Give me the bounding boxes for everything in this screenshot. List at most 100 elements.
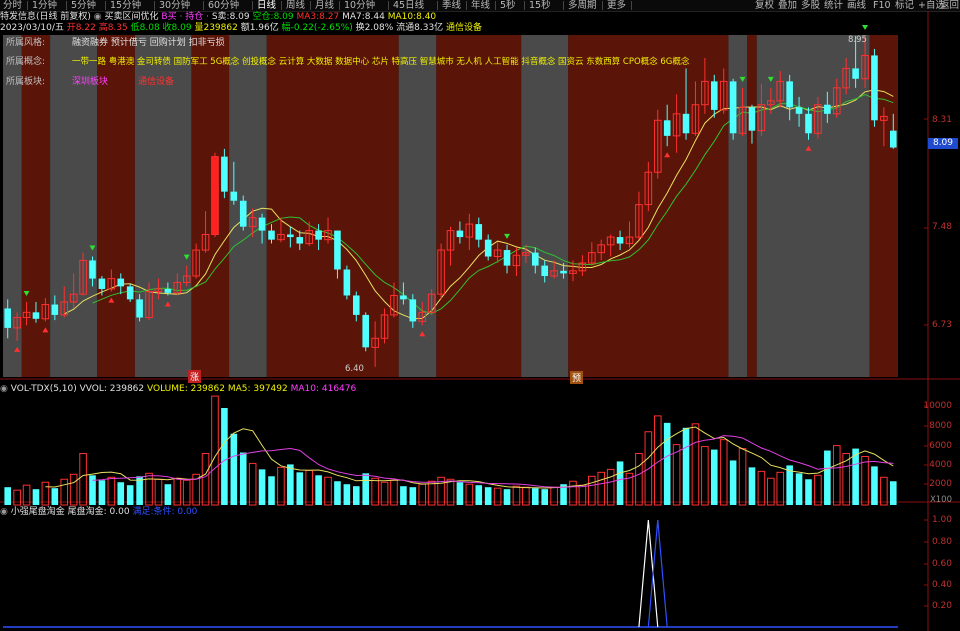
candle-body-down <box>795 107 803 114</box>
volume-bar-down <box>682 427 690 505</box>
board-value-1[interactable]: 深圳板块 <box>72 77 108 88</box>
volume-bar-up <box>173 477 182 506</box>
candle-body-down <box>164 288 172 293</box>
board-label: 所属板块: <box>6 77 46 87</box>
vol-ma5-line <box>45 426 894 489</box>
volume-bar-up <box>597 471 606 506</box>
zone-band <box>191 35 230 377</box>
volume-bar-up <box>861 455 869 506</box>
volume-bar-down <box>126 485 134 505</box>
indicator-lines <box>3 519 898 628</box>
board-value-2[interactable]: 通信设备 <box>138 77 174 88</box>
volume-bar-down <box>475 485 483 505</box>
candle-body-down <box>729 81 737 134</box>
volume-bar-down <box>710 449 718 505</box>
indicator-spike <box>647 519 668 628</box>
ind-tick-3: 0.60 <box>931 559 952 569</box>
volume-bar-up <box>182 479 191 506</box>
zone-band <box>229 35 267 377</box>
zone-band <box>521 35 569 377</box>
zone-band <box>756 35 870 377</box>
volume-bar-down <box>117 482 125 505</box>
zone-band <box>436 35 522 377</box>
candle-body-down <box>239 200 247 227</box>
vol-title[interactable]: VOL-TDX(5,10) <box>11 384 77 394</box>
candle-body-down <box>871 55 878 121</box>
candle-body-up <box>211 156 219 235</box>
candle-body-down <box>126 286 134 300</box>
volume-bar-up <box>672 444 681 506</box>
volume-bar-down <box>805 479 812 505</box>
volume-bar-down <box>503 489 511 505</box>
candle-body-down <box>89 260 96 279</box>
volume-bar-down <box>164 484 172 505</box>
zone-band <box>747 35 757 377</box>
candle-body-down <box>221 156 228 192</box>
candle-body-down <box>889 130 897 148</box>
volume-bar-up <box>701 446 709 506</box>
candle-body-down <box>4 308 12 328</box>
volume-bar-up <box>371 477 379 506</box>
candle-body-down <box>296 237 304 244</box>
concept-value: 一带一路 粤港澳 金司转债 国防军工 5G概念 创投概念 云计算 大数据 数据中… <box>72 57 690 67</box>
low-note: 6.40 <box>345 364 364 374</box>
volume-bar-up <box>776 471 785 506</box>
marker-yu: 预 <box>570 371 584 384</box>
vol-settings-icon[interactable]: ◉ <box>0 384 8 394</box>
candle-body-down <box>287 234 294 238</box>
volume-bar-up <box>427 480 436 506</box>
volume-bar-down <box>287 464 294 505</box>
ind-title[interactable]: 小强尾盘淘金 <box>11 507 65 517</box>
current-price-tag: 8.09 <box>928 138 958 149</box>
volume-bar-up <box>79 453 87 506</box>
volume-bar-up <box>13 489 21 506</box>
candle-body-down <box>315 230 322 240</box>
volume-bar-down <box>852 448 859 505</box>
candle-body-down <box>484 239 492 257</box>
volume-bar-up <box>606 468 615 506</box>
volume-bar-up <box>145 472 153 506</box>
candle-body-down <box>117 278 125 287</box>
volume-bar-up <box>305 469 313 506</box>
ind-tick-5: 0.20 <box>931 601 952 611</box>
volume-bar-down <box>4 487 12 505</box>
volume-value-label: VOLUME: 239862 <box>147 384 225 394</box>
volume-bar-down <box>409 487 417 505</box>
volume-bar-down <box>541 489 549 505</box>
volume-bar-down <box>32 489 40 505</box>
volume-bar-down <box>889 481 897 505</box>
candle-body-down <box>409 299 417 322</box>
candle-body-down <box>268 230 275 240</box>
ind-settings-icon[interactable]: ◉ <box>0 507 8 517</box>
vol-tick-1: 10000 <box>923 401 952 411</box>
zone-band <box>266 35 399 377</box>
candle-body-down <box>230 191 238 201</box>
high-note: 8.95 <box>848 35 867 45</box>
volume-bar-down <box>268 476 275 505</box>
indicator-spike <box>638 519 659 628</box>
volume-bar-up <box>201 453 210 506</box>
vol-tick-3: 6000 <box>929 441 952 451</box>
volume-bar-up <box>324 476 332 506</box>
volume-bar-up <box>691 423 700 506</box>
vol-tick-4: 4000 <box>929 460 952 470</box>
candle-body-down <box>98 278 106 289</box>
volume-bar-down <box>484 487 492 505</box>
volume-bar-up <box>107 476 116 506</box>
candle-body-down <box>136 299 143 318</box>
ind-label-1: 尾盘淘金: 0.00 <box>67 507 130 517</box>
candle-body-down <box>362 314 370 348</box>
vol-ma10-label: MA10: 416476 <box>290 384 357 394</box>
volume-bar-up <box>832 445 841 506</box>
candle-body-down <box>258 217 266 231</box>
candle-body-down <box>663 120 671 136</box>
candle-body-down <box>352 295 360 315</box>
candle-body-down <box>531 252 539 266</box>
kline-chart[interactable] <box>0 0 960 631</box>
volume-bar-up <box>588 475 596 506</box>
volume-bar-up <box>390 479 398 506</box>
volume-bar-down <box>748 467 756 505</box>
volume-bar-down <box>824 450 831 505</box>
candle-body-down <box>456 230 464 238</box>
volume-bar-down <box>616 461 624 505</box>
